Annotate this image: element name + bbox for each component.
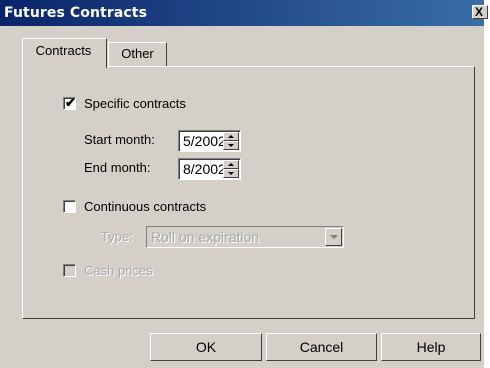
arrow-up-icon bbox=[228, 163, 234, 166]
start-month-spin-buttons bbox=[223, 132, 239, 150]
close-icon: X bbox=[475, 5, 484, 19]
arrow-down-icon bbox=[228, 144, 234, 147]
end-month-value: 8/2002 bbox=[183, 161, 226, 177]
cash-prices-checkbox[interactable] bbox=[63, 264, 76, 277]
type-dropdown[interactable]: Roll on expiration bbox=[146, 226, 344, 248]
specific-contracts-label: Specific contracts bbox=[84, 96, 186, 111]
chevron-down-icon bbox=[330, 235, 338, 239]
end-month-up-button[interactable] bbox=[223, 160, 239, 169]
type-dropdown-button[interactable] bbox=[325, 228, 342, 246]
checkmark-icon: ✔ bbox=[65, 95, 76, 110]
start-month-up-button[interactable] bbox=[223, 132, 239, 141]
window-title: Futures Contracts bbox=[4, 5, 148, 21]
arrow-down-icon bbox=[228, 172, 234, 175]
continuous-contracts-label: Continuous contracts bbox=[84, 199, 207, 214]
help-button[interactable]: Help bbox=[381, 333, 481, 361]
start-month-spinner[interactable]: 5/2002 bbox=[178, 130, 241, 152]
futures-contracts-dialog: Futures Contracts X Other Contracts ✔ Sp… bbox=[0, 0, 488, 368]
close-button[interactable]: X bbox=[472, 5, 488, 19]
end-month-spin-buttons bbox=[223, 160, 239, 178]
start-month-value: 5/2002 bbox=[183, 133, 226, 149]
arrow-up-icon bbox=[228, 135, 234, 138]
title-bar: Futures Contracts bbox=[0, 0, 484, 26]
cash-prices-label: Cash prices bbox=[84, 263, 153, 278]
ok-button[interactable]: OK bbox=[150, 333, 262, 361]
specific-contracts-checkbox[interactable]: ✔ bbox=[63, 95, 76, 110]
end-month-spinner[interactable]: 8/2002 bbox=[178, 158, 241, 180]
type-label: Type: bbox=[101, 229, 133, 244]
tab-other[interactable]: Other bbox=[108, 42, 167, 67]
continuous-contracts-checkbox[interactable] bbox=[63, 200, 76, 213]
end-month-down-button[interactable] bbox=[223, 169, 239, 178]
end-month-label: End month: bbox=[84, 160, 151, 175]
start-month-down-button[interactable] bbox=[223, 141, 239, 150]
start-month-label: Start month: bbox=[84, 132, 155, 147]
cancel-button[interactable]: Cancel bbox=[266, 333, 377, 361]
tab-join bbox=[23, 64, 106, 68]
type-dropdown-value: Roll on expiration bbox=[151, 229, 260, 245]
